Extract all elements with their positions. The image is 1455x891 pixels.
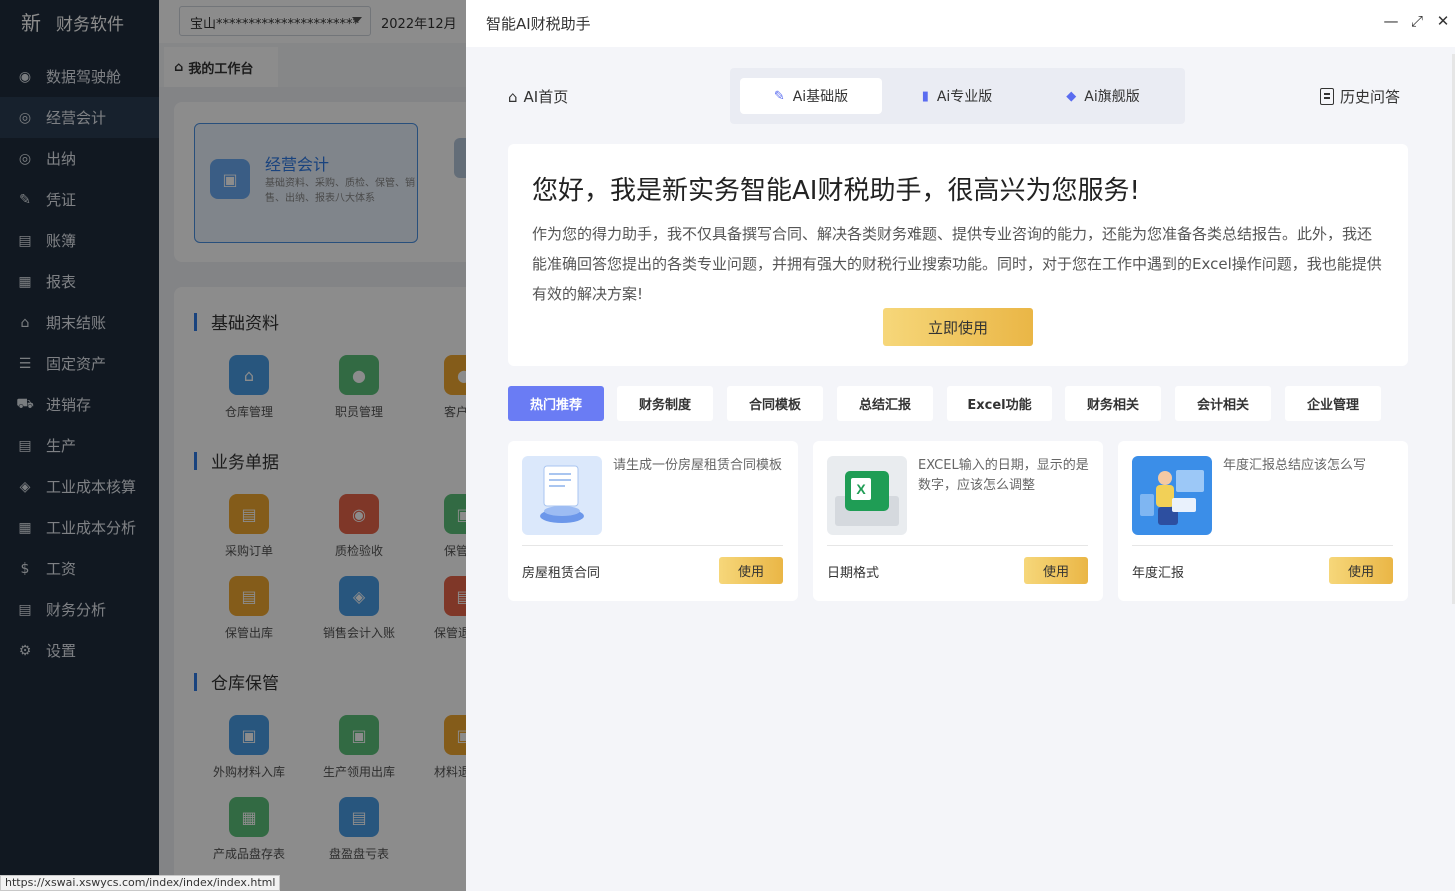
history-link[interactable]: 历史问答	[1320, 86, 1400, 107]
status-url: https://xswai.xswycs.com/index/index/ind…	[0, 875, 281, 891]
template-desc: 年度汇报总结应该怎么写	[1223, 458, 1367, 473]
report-thumbnail	[1132, 456, 1212, 535]
modal-overlay[interactable]	[0, 0, 466, 891]
category-hot[interactable]: 热门推荐	[508, 386, 604, 421]
category-excel[interactable]: Excel功能	[947, 386, 1052, 421]
template-name: 房屋租赁合同	[522, 566, 601, 581]
template-desc: EXCEL输入的日期，显示的是数字，应该怎么调整	[918, 458, 1089, 493]
ai-home-label: AI首页	[523, 88, 569, 106]
template-use-button[interactable]: 使用	[1024, 557, 1088, 584]
template-card[interactable]: 年度汇报总结应该怎么写 年度汇报 使用	[1118, 441, 1408, 601]
category-finance[interactable]: 财务相关	[1065, 386, 1161, 421]
category-contract[interactable]: 合同模板	[727, 386, 823, 421]
template-card[interactable]: X EXCEL输入的日期，显示的是数字，应该怎么调整 日期格式 使用	[813, 441, 1103, 601]
version-tabs: ✎ Ai基础版 ▮ Ai专业版 ◆ Ai旗舰版	[730, 68, 1185, 124]
template-card[interactable]: 请生成一份房屋租赁合同模板 房屋租赁合同 使用	[508, 441, 798, 601]
excel-thumbnail: X	[827, 456, 907, 535]
tab-ai-pro[interactable]: ▮ Ai专业版	[886, 78, 1028, 114]
template-use-button[interactable]: 使用	[1329, 557, 1393, 584]
category-finance-system[interactable]: 财务制度	[617, 386, 713, 421]
template-use-button[interactable]: 使用	[719, 557, 783, 584]
diamond-icon: ◆	[1066, 88, 1077, 104]
ai-home-link[interactable]: ⌂ AI首页	[508, 86, 568, 107]
intro-title: 您好，我是新实务智能AI财税助手，很高兴为您服务!	[532, 176, 1140, 206]
doc-icon: ▮	[921, 88, 929, 104]
history-icon	[1320, 88, 1334, 105]
tab-ai-flagship[interactable]: ◆ Ai旗舰版	[1032, 78, 1174, 114]
category-management[interactable]: 企业管理	[1285, 386, 1381, 421]
category-accounting[interactable]: 会计相关	[1175, 386, 1271, 421]
contract-thumbnail	[522, 456, 602, 535]
panel-title: 智能AI财税助手	[486, 15, 591, 33]
tab-label: Ai基础版	[792, 89, 849, 105]
home-icon: ⌂	[508, 87, 518, 106]
tab-label: Ai旗舰版	[1084, 89, 1140, 105]
category-summary[interactable]: 总结汇报	[837, 386, 933, 421]
use-now-button[interactable]: 立即使用	[883, 308, 1033, 346]
template-desc: 请生成一份房屋租赁合同模板	[613, 458, 783, 473]
minimize-icon[interactable]: —	[1383, 11, 1399, 31]
close-icon[interactable]: ✕	[1435, 11, 1451, 31]
ai-assistant-panel: 智能AI财税助手 — ⤢ ✕ ⌂ AI首页 ✎ Ai基础版 ▮ Ai专业版 ◆ …	[466, 0, 1455, 891]
intro-text: 作为您的得力助手，我不仅具备撰写合同、解决各类财务难题、提供专业咨询的能力，还能…	[532, 225, 1382, 303]
tab-ai-basic[interactable]: ✎ Ai基础版	[740, 78, 882, 114]
panel-header: 智能AI财税助手 — ⤢ ✕	[466, 0, 1455, 47]
pen-icon: ✎	[773, 88, 785, 104]
window-controls: — ⤢ ✕	[1383, 11, 1451, 31]
intro-card: 您好，我是新实务智能AI财税助手，很高兴为您服务! 作为您的得力助手，我不仅具备…	[508, 144, 1408, 366]
svg-text:X: X	[856, 481, 866, 497]
template-name: 日期格式	[827, 566, 880, 581]
history-label: 历史问答	[1340, 88, 1401, 106]
maximize-icon[interactable]: ⤢	[1409, 11, 1425, 31]
template-name: 年度汇报	[1132, 566, 1185, 581]
tab-label: Ai专业版	[936, 89, 993, 105]
